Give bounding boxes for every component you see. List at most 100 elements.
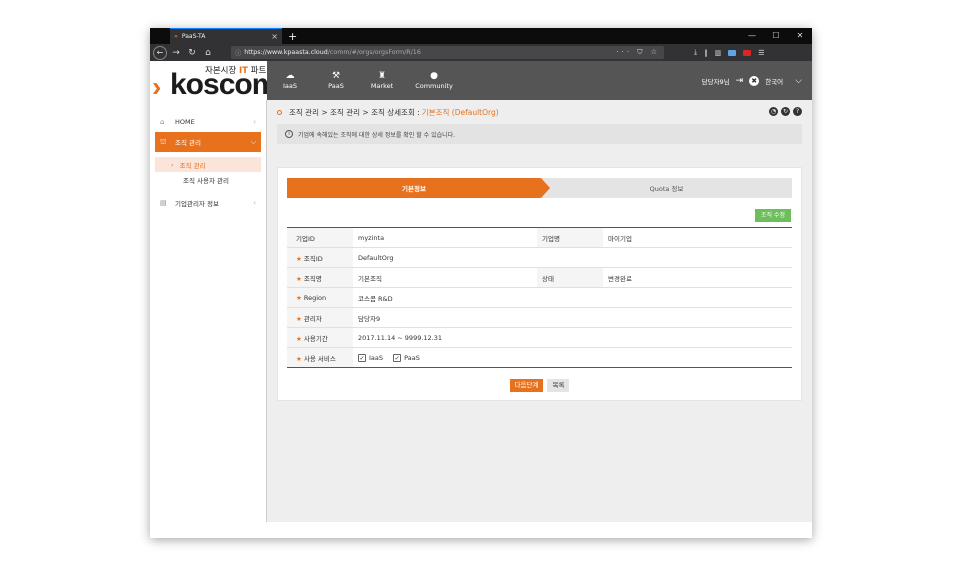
chevron-down-icon: ⌵ [250,137,256,146]
market-icon: ♜ [377,71,387,81]
service-value: ✓ IaaS ✓ PaaS [353,348,792,368]
company-id-value: myzinta [353,227,537,248]
table-row: ★ 사용 서비스 ✓ IaaS ✓ PaaS [287,347,792,368]
home-icon: ⌂ [160,118,165,126]
breadcrumb-path: 조직 관리 > 조직 관리 > 조직 상세조회 : [289,107,420,117]
library-icon[interactable]: ‖ [704,49,708,57]
korea-flag-icon[interactable]: ✖ [749,75,760,86]
org-id-label-cell: ★ 조직ID [287,247,353,268]
page-actions[interactable]: ··· ⛉ ☆ [616,48,660,57]
checkbox-checked-icon: ✓ [393,353,402,362]
chevron-left-icon: ‹ [253,199,256,207]
edit-org-button[interactable]: 조직 수정 [755,209,791,222]
sidebar: ⌂ HOME ‹ ⛫ 조직 관리 ⌵ › 조직 관리 조직 사용자 관리 ▤ 기… [150,100,267,522]
nav-paas-label: PaaS [328,82,344,90]
table-row: ★ 사용기간 2017.11.14 ~ 9999.12.31 [287,327,792,348]
info-icon: i [285,130,293,138]
nav-market-label: Market [370,82,394,90]
detail-panel: 기본정보 Quota 정보 조직 수정 기업ID myzinta 기업명 마이기… [277,167,802,401]
extension-icon[interactable] [728,49,737,56]
nav-iaas-label: IaaS [282,82,297,90]
logo[interactable]: 자본시장 IT 파트 › koscom [150,61,267,100]
forward-arrow-icon[interactable]: → [169,46,183,60]
refresh-icon[interactable]: ↻ [781,107,790,116]
required-mark-icon: ★ [296,334,302,343]
nav-paas[interactable]: ⚒ PaaS [313,71,359,90]
table-row: ★ 조직명 기본조직 상태 변경완료 [287,267,792,288]
logout-icon[interactable]: ⇥ [736,76,744,86]
extension-red-icon[interactable] [743,49,752,56]
sidebar-subitem-org[interactable]: › 조직 관리 [155,157,261,172]
required-mark-icon: ★ [296,354,302,363]
region-label-cell: ★ Region [287,287,353,308]
chevron-right-icon: › [171,160,174,169]
nav-iaas[interactable]: ☁ IaaS [267,71,313,90]
nav-community[interactable]: ● Community [405,71,463,90]
org-id-value: DefaultOrg [353,247,792,268]
info-message: 기업에 속해있는 조직에 대한 상세 정보를 확인 할 수 있습니다. [298,131,456,139]
chevron-down-icon[interactable]: ⌵ [795,76,802,86]
org-name-label-cell: ★ 조직명 [287,267,353,288]
manager-label-cell: ★ 관리자 [287,307,353,328]
window-controls: — ☐ ✕ [740,28,812,44]
close-window-button[interactable]: ✕ [788,28,812,44]
page-body: ⌂ HOME ‹ ⛫ 조직 관리 ⌵ › 조직 관리 조직 사용자 관리 ▤ 기… [150,100,812,522]
menu-icon[interactable]: ☰ [758,49,764,57]
company-name-label: 기업명 [537,227,603,248]
sidebar-subitem-org-users[interactable]: 조직 사용자 관리 [150,172,266,187]
paas-checkbox[interactable]: ✓ PaaS [393,353,420,362]
breadcrumb-dot-icon [277,109,282,115]
next-step-button[interactable]: 다음단계 [509,379,544,392]
org-id-label: 조직ID [303,254,323,263]
table-row: 기업ID myzinta 기업명 마이기업 [287,227,792,248]
sidebar-item-label: 기업관리자 정보 [175,200,219,208]
new-tab-button[interactable]: + [288,30,297,43]
cloud-icon: ☁ [285,71,295,81]
iaas-checkbox[interactable]: ✓ IaaS [358,353,384,362]
sidebar-toggle-icon[interactable]: ▥ [715,49,722,57]
top-navigation: ☁ IaaS ⚒ PaaS ♜ Market ● Community 담당자9님… [267,61,812,100]
back-arrow-icon[interactable]: ← [153,45,167,60]
breadcrumb: 조직 관리 > 조직 관리 > 조직 상세조회 : 기본조직 (DefaultO… [277,100,802,124]
tab-close-icon[interactable]: × [271,32,278,41]
id-card-icon: ▤ [160,199,167,207]
status-label: 상태 [537,267,603,288]
sidebar-item-home[interactable]: ⌂ HOME ‹ [150,112,266,132]
tools-icon: ⚒ [331,71,341,81]
table-row: ★ 조직ID DefaultOrg [287,247,792,268]
breadcrumb-current: 기본조직 (DefaultOrg) [421,107,499,117]
url-bar[interactable]: ⓘ https://www.kpaasta.cloud /comm/#/orgs… [231,46,664,59]
home-icon[interactable]: ⌂ [201,46,215,60]
list-button[interactable]: 목록 [547,379,570,392]
browser-toolbar: ⤓ ‖ ▥ ☰ [694,48,765,57]
maximize-button[interactable]: ☐ [764,28,788,44]
iaas-checkbox-label: IaaS [369,353,384,362]
action-buttons: 다음단계 목록 [278,379,801,392]
tab-quota-info[interactable]: Quota 정보 [541,178,792,198]
chat-icon: ● [430,71,438,81]
tab-basic-info[interactable]: 기본정보 [287,178,550,198]
service-label: 사용 서비스 [303,354,336,363]
manager-label: 관리자 [303,314,322,323]
required-mark-icon: ★ [296,314,302,323]
reload-icon[interactable]: ↻ [185,46,199,60]
favicon-icon: » [174,33,178,40]
minimize-button[interactable]: — [740,28,764,44]
period-label: 사용기간 [303,334,328,343]
sidebar-item-org-management[interactable]: ⛫ 조직 관리 ⌵ [155,132,261,152]
language-label[interactable]: 한국어 [765,76,783,86]
nav-market[interactable]: ♜ Market [359,71,405,90]
url-host: https://www.kpaasta.cloud [244,49,328,56]
sidebar-item-company-admin[interactable]: ▤ 기업관리자 정보 ‹ [150,193,266,213]
clock-icon[interactable]: ◔ [769,107,778,116]
manager-value: 담당자9 [353,307,792,328]
download-icon[interactable]: ⤓ [694,48,697,57]
help-icon[interactable]: ? [793,107,802,116]
org-detail-table: 기업ID myzinta 기업명 마이기업 ★ 조직ID DefaultOrg … [287,227,792,368]
sidebar-item-label: 조직 관리 [175,139,201,147]
user-name[interactable]: 담당자9님 [702,76,730,86]
company-name-value: 마이기업 [603,227,792,248]
info-icon[interactable]: ⓘ [235,48,241,57]
browser-tab[interactable]: » PaaS-TA × [170,28,282,44]
paas-checkbox-label: PaaS [404,353,420,362]
